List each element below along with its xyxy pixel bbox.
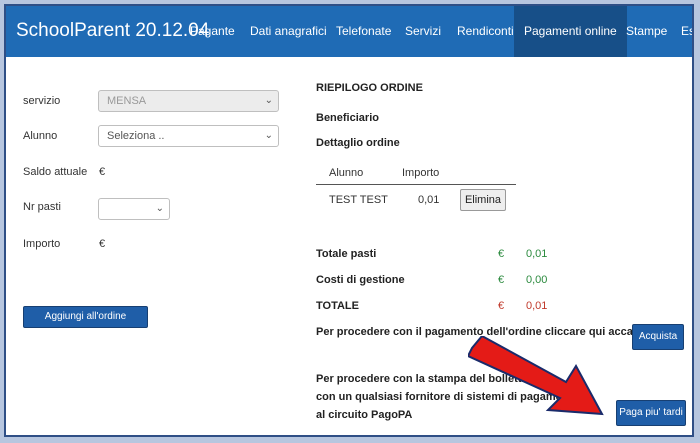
totale-value: 0,01 bbox=[526, 300, 548, 312]
alunno-label: Alunno bbox=[23, 130, 58, 142]
app-window: SchoolParent 20.12.04 Pagante Dati anagr… bbox=[4, 4, 694, 437]
col-alunno-header: Alunno bbox=[329, 167, 364, 179]
nav-esci[interactable]: Esci bbox=[681, 6, 692, 57]
totale-pasti-label: Totale pasti bbox=[316, 248, 377, 260]
nav-telefonate[interactable]: Telefonate bbox=[336, 6, 391, 57]
nav-pagante[interactable]: Pagante bbox=[190, 6, 235, 57]
pay-later-button[interactable]: Paga piu' tardi bbox=[616, 400, 686, 426]
totale-pasti-currency: € bbox=[498, 248, 505, 260]
importo-value: € bbox=[99, 238, 106, 250]
chevron-down-icon: ⌄ bbox=[264, 95, 273, 106]
print-line-3: al circuito PagoPA bbox=[316, 409, 413, 421]
table-divider bbox=[316, 184, 516, 185]
top-navbar: SchoolParent 20.12.04 Pagante Dati anagr… bbox=[6, 6, 692, 57]
nav-rendiconti[interactable]: Rendiconti bbox=[457, 6, 514, 57]
alunno-value: Seleziona .. bbox=[107, 130, 165, 142]
col-importo-header: Importo bbox=[402, 167, 440, 179]
servizio-select[interactable]: MENSA ⌄ bbox=[98, 90, 279, 112]
servizio-value: MENSA bbox=[107, 95, 147, 107]
totale-pasti-value: 0,01 bbox=[526, 248, 548, 260]
nav-dati-anagrafici[interactable]: Dati anagrafici bbox=[250, 6, 327, 57]
nav-stampe[interactable]: Stampe bbox=[626, 6, 667, 57]
chevron-down-icon: ⌄ bbox=[264, 130, 273, 141]
costi-label: Costi di gestione bbox=[316, 274, 405, 286]
saldo-value: € bbox=[99, 166, 106, 178]
nav-pagamenti-online[interactable]: Pagamenti online bbox=[514, 6, 627, 57]
costi-value: 0,00 bbox=[526, 274, 548, 286]
dettaglio-label: Dettaglio ordine bbox=[316, 137, 400, 149]
delete-button[interactable]: Elimina bbox=[460, 189, 506, 211]
pasti-select[interactable]: ⌄ bbox=[98, 198, 170, 220]
app-title: SchoolParent 20.12.04 bbox=[16, 20, 210, 41]
add-to-order-button[interactable]: Aggiungi all'ordine bbox=[23, 306, 148, 328]
importo-label: Importo bbox=[23, 238, 61, 250]
costi-currency: € bbox=[498, 274, 505, 286]
saldo-label: Saldo attuale bbox=[23, 166, 88, 178]
row-importo: 0,01 bbox=[418, 194, 440, 206]
beneficiario-label: Beneficiario bbox=[316, 112, 379, 124]
red-arrow-icon bbox=[468, 336, 604, 416]
pasti-label: Nr pasti bbox=[23, 201, 61, 213]
chevron-down-icon: ⌄ bbox=[155, 203, 164, 214]
totale-currency: € bbox=[498, 300, 505, 312]
nav-servizi[interactable]: Servizi bbox=[405, 6, 441, 57]
buy-button[interactable]: Acquista bbox=[632, 324, 684, 350]
row-alunno: TEST TEST bbox=[329, 194, 388, 206]
order-title: RIEPILOGO ORDINE bbox=[316, 82, 423, 94]
servizio-label: servizio bbox=[23, 95, 61, 107]
alunno-select[interactable]: Seleziona .. ⌄ bbox=[98, 125, 279, 147]
totale-label: TOTALE bbox=[316, 300, 359, 312]
